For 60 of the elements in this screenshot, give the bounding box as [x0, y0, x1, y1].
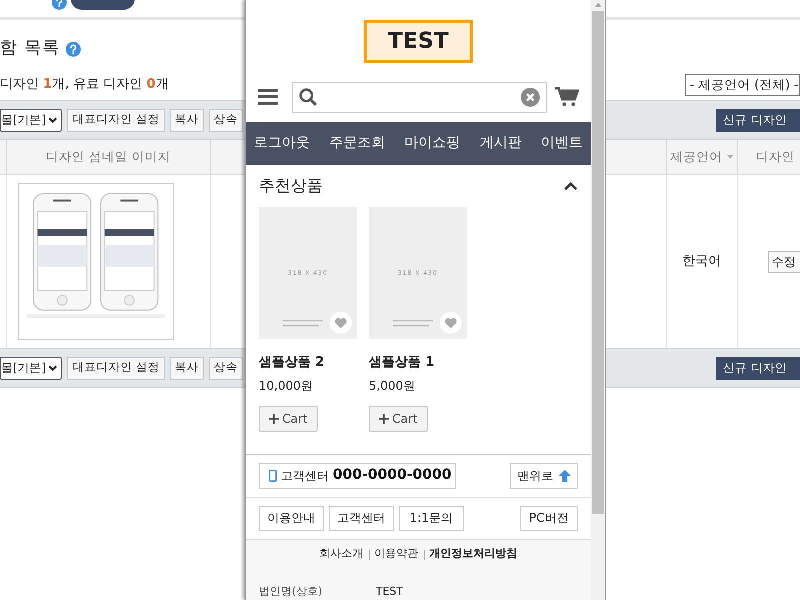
- chevron-up-icon[interactable]: [564, 182, 578, 191]
- nav-link[interactable]: 주문조회: [329, 132, 386, 154]
- add-design-button[interactable]: 신규 디자인: [716, 356, 800, 380]
- toolbar-button[interactable]: 상속: [209, 108, 244, 132]
- section-heading: 추천상품: [259, 175, 323, 198]
- toolbar-button[interactable]: 상속: [209, 356, 244, 380]
- clear-icon[interactable]: [521, 88, 540, 107]
- menu-icon[interactable]: [258, 89, 278, 106]
- search-icon: [298, 88, 318, 107]
- edit-button[interactable]: 수정: [768, 250, 800, 272]
- product-price: 5,000원: [369, 378, 416, 395]
- product-name[interactable]: 샘플상품 2: [259, 353, 357, 373]
- text-lines-icon: [393, 320, 433, 328]
- plus-icon: [269, 414, 280, 424]
- cart-icon[interactable]: [555, 87, 580, 108]
- toolbar-button[interactable]: 복사: [170, 108, 204, 132]
- language-filter[interactable]: - 제공언어 (전체) -: [685, 74, 800, 96]
- section-title: 함 목록: [0, 37, 60, 60]
- pc-version-button[interactable]: PC버전: [520, 506, 578, 530]
- customer-center-button[interactable]: 고객센터 000-0000-0000: [259, 462, 456, 489]
- info-label: 법인명(상호): [259, 584, 324, 600]
- sort-caret-icon[interactable]: [726, 155, 734, 159]
- info-value: TEST: [376, 584, 404, 600]
- shop-select[interactable]: 몰[기본]: [0, 356, 62, 380]
- plus-icon: [379, 414, 390, 424]
- footer-button[interactable]: 고객센터: [329, 506, 394, 530]
- search-field[interactable]: [292, 82, 548, 113]
- toolbar-button[interactable]: 복사: [170, 356, 204, 380]
- footer-button[interactable]: 이용안내: [259, 506, 324, 530]
- design-count: 디자인 1개, 유료 디자인 0개: [0, 76, 169, 94]
- nav-link[interactable]: 마이쇼핑: [404, 132, 460, 154]
- footer-link[interactable]: 개인정보처리방침: [430, 546, 518, 563]
- language-cell-text: 한국어: [682, 252, 722, 271]
- product-price: 10,000원: [259, 378, 314, 395]
- phone-icon: [269, 470, 277, 482]
- scrollbar[interactable]: [591, 0, 605, 600]
- column-header[interactable]: 제공언어: [666, 140, 738, 174]
- back-to-top-button[interactable]: 맨위로: [510, 462, 578, 489]
- add-to-cart-button[interactable]: Cart: [369, 406, 428, 432]
- nav-link[interactable]: 이벤트: [541, 132, 583, 154]
- nav-link[interactable]: 게시판: [480, 132, 522, 154]
- toolbar-button[interactable]: 대표디자인 설정: [67, 108, 166, 132]
- toolbar-button[interactable]: 대표디자인 설정: [67, 356, 166, 380]
- scroll-up-arrow-icon[interactable]: [594, 3, 602, 7]
- shop-select[interactable]: 몰[기본]: [0, 108, 62, 132]
- chevron-down-icon: [48, 115, 58, 125]
- arrow-up-icon: [558, 470, 570, 482]
- add-design-button[interactable]: 신규 디자인: [716, 108, 800, 132]
- nav-link[interactable]: 로그아웃: [254, 132, 310, 154]
- chevron-down-icon: [48, 363, 58, 373]
- product-name[interactable]: 샘플상품 1: [369, 353, 467, 373]
- column-header: 디자인 섬네일 이미지: [7, 140, 211, 174]
- footer-link[interactable]: 이용약관: [374, 546, 418, 563]
- column-header: 디자인: [755, 148, 796, 166]
- footer-link[interactable]: 회사소개: [320, 546, 364, 563]
- shop-logo[interactable]: TEST: [364, 20, 473, 63]
- footer-button[interactable]: 1:1문의: [399, 506, 464, 530]
- help-icon[interactable]: [66, 42, 82, 56]
- text-lines-icon: [283, 320, 323, 328]
- add-to-cart-button[interactable]: Cart: [259, 406, 318, 432]
